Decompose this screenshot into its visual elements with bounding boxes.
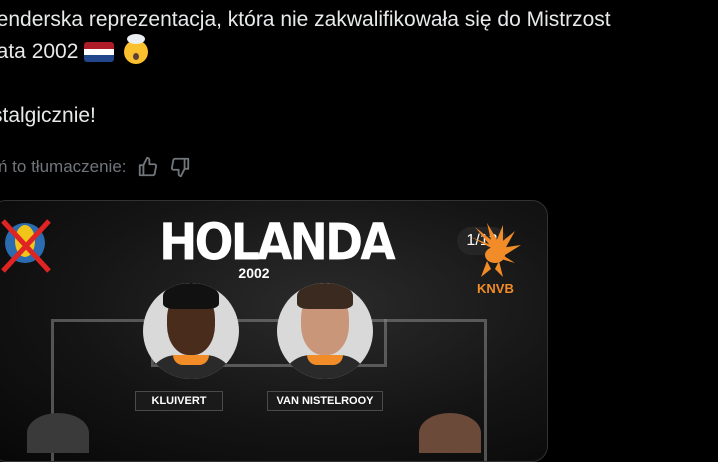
post-line-3: stalgicznie! <box>0 100 611 132</box>
netherlands-flag-icon <box>84 42 115 62</box>
player-name-van-nistelrooy: VAN NISTELROOY <box>267 391 383 411</box>
player-photo-partial-left <box>27 413 89 453</box>
translation-label: ń to tłumaczenie: <box>0 157 127 176</box>
thumbs-up-icon[interactable] <box>137 156 159 178</box>
post-line-1: lenderska reprezentacja, która nie zakwa… <box>0 4 611 36</box>
player-photo-kluivert <box>143 283 239 379</box>
thumbs-down-icon[interactable] <box>169 156 191 178</box>
lineup-year: 2002 <box>238 265 270 281</box>
post-text-line-3: stalgicznie! <box>0 104 96 127</box>
media-card[interactable]: HOLANDA 2002 1/12 KNVB KLUIVERT VAN NIST… <box>0 200 548 462</box>
post-line-blank <box>0 68 611 100</box>
player-name-kluivert: KLUIVERT <box>135 391 223 411</box>
post-line-2: iata 2002 <box>0 34 611 68</box>
exploding-head-icon <box>124 34 149 64</box>
player-photo-partial-right <box>419 413 481 453</box>
translation-rating-row: ń to tłumaczenie: <box>0 156 191 178</box>
post-text: lenderska reprezentacja, która nie zakwa… <box>0 4 611 132</box>
lineup-title: HOLANDA <box>159 212 396 272</box>
knvb-label: KNVB <box>477 281 514 296</box>
post-text-line-1: lenderska reprezentacja, która nie zakwa… <box>0 8 611 31</box>
player-photo-van-nistelrooy <box>277 283 373 379</box>
world-cup-badge-icon <box>0 211 55 301</box>
post-text-line-2: iata 2002 <box>0 40 79 63</box>
